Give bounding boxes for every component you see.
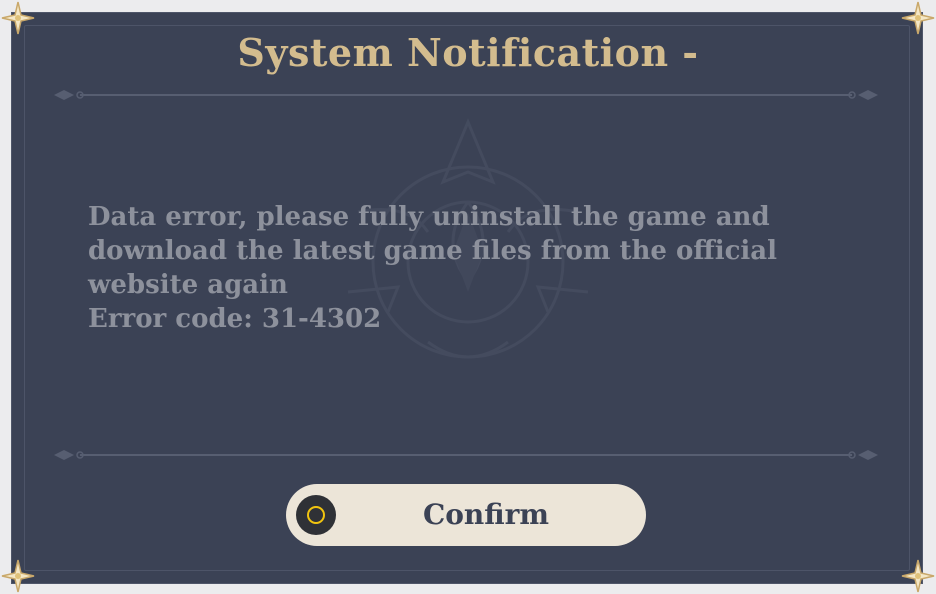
circle-confirm-icon [296,495,336,535]
ornamental-divider [54,450,878,460]
error-code-line: Error code: 31-4302 [88,304,382,334]
message-line: website again [88,270,288,300]
message-line: download the latest game files from the … [88,236,778,266]
error-message: Data error, please fully uninstall the g… [88,200,808,336]
corner-star-icon [901,559,935,593]
confirm-button[interactable]: Confirm [286,484,646,546]
ornamental-divider [54,90,878,100]
message-line: Data error, please fully uninstall the g… [88,202,770,232]
dialog-title: System Notification - [237,30,699,75]
corner-star-icon [1,559,35,593]
confirm-button-label: Confirm [422,498,550,531]
